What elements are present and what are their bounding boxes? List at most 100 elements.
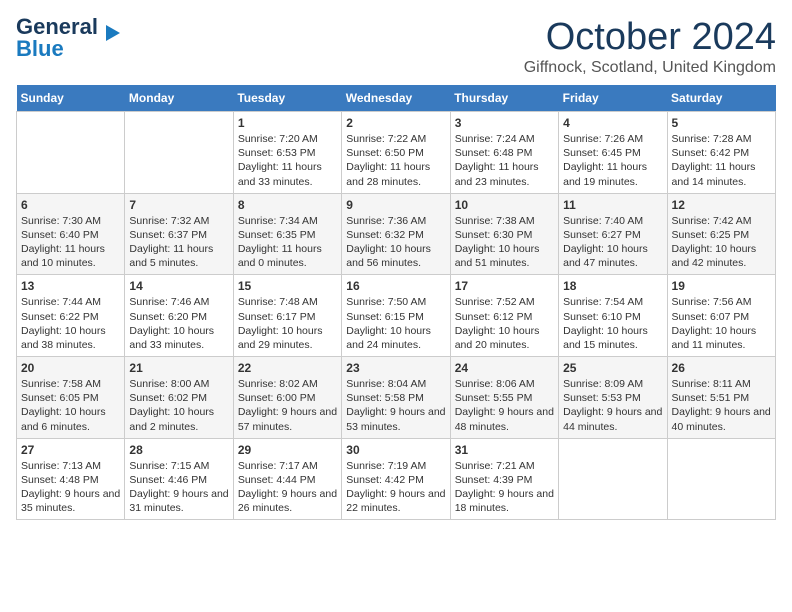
day-number: 30	[346, 443, 445, 457]
cell-content: Sunrise: 7:15 AM Sunset: 4:46 PM Dayligh…	[129, 459, 228, 516]
cell-content: Sunrise: 7:58 AM Sunset: 6:05 PM Dayligh…	[21, 377, 120, 434]
calendar-cell: 28 Sunrise: 7:15 AM Sunset: 4:46 PM Dayli…	[125, 438, 233, 520]
week-row-2: 6 Sunrise: 7:30 AM Sunset: 6:40 PM Daylig…	[17, 193, 776, 275]
calendar-cell: 8 Sunrise: 7:34 AM Sunset: 6:35 PM Daylig…	[233, 193, 341, 275]
calendar-cell: 12 Sunrise: 7:42 AM Sunset: 6:25 PM Dayli…	[667, 193, 775, 275]
cell-content: Sunrise: 8:02 AM Sunset: 6:00 PM Dayligh…	[238, 377, 337, 434]
day-number: 8	[238, 198, 337, 212]
cell-content: Sunrise: 8:09 AM Sunset: 5:53 PM Dayligh…	[563, 377, 662, 434]
day-number: 10	[455, 198, 554, 212]
col-header-sunday: Sunday	[17, 85, 125, 112]
day-number: 23	[346, 361, 445, 375]
cell-content: Sunrise: 7:32 AM Sunset: 6:37 PM Dayligh…	[129, 214, 228, 271]
logo-text: General Blue	[16, 16, 98, 60]
day-number: 20	[21, 361, 120, 375]
cell-content: Sunrise: 7:50 AM Sunset: 6:15 PM Dayligh…	[346, 295, 445, 352]
calendar-cell: 9 Sunrise: 7:36 AM Sunset: 6:32 PM Daylig…	[342, 193, 450, 275]
col-header-wednesday: Wednesday	[342, 85, 450, 112]
day-number: 2	[346, 116, 445, 130]
cell-content: Sunrise: 7:40 AM Sunset: 6:27 PM Dayligh…	[563, 214, 662, 271]
cell-content: Sunrise: 7:17 AM Sunset: 4:44 PM Dayligh…	[238, 459, 337, 516]
location-title: Giffnock, Scotland, United Kingdom	[524, 59, 776, 77]
week-row-4: 20 Sunrise: 7:58 AM Sunset: 6:05 PM Dayli…	[17, 357, 776, 439]
calendar-cell: 23Sunrise: 8:04 AM Sunset: 5:58 PM Dayli…	[342, 357, 450, 439]
day-number: 28	[129, 443, 228, 457]
col-header-friday: Friday	[559, 85, 667, 112]
calendar-cell	[17, 112, 125, 194]
day-number: 7	[129, 198, 228, 212]
logo-arrow-icon	[100, 21, 124, 45]
day-number: 25	[563, 361, 662, 375]
cell-content: Sunrise: 7:42 AM Sunset: 6:25 PM Dayligh…	[672, 214, 771, 271]
calendar-cell: 1 Sunrise: 7:20 AM Sunset: 6:53 PM Daylig…	[233, 112, 341, 194]
calendar-cell	[667, 438, 775, 520]
cell-content: Sunrise: 7:34 AM Sunset: 6:35 PM Dayligh…	[238, 214, 337, 271]
cell-content: Sunrise: 7:22 AM Sunset: 6:50 PM Dayligh…	[346, 132, 445, 189]
cell-content: Sunrise: 7:38 AM Sunset: 6:30 PM Dayligh…	[455, 214, 554, 271]
calendar-cell: 17 Sunrise: 7:52 AM Sunset: 6:12 PM Dayli…	[450, 275, 558, 357]
calendar-cell: 7 Sunrise: 7:32 AM Sunset: 6:37 PM Daylig…	[125, 193, 233, 275]
month-title: October 2024	[524, 16, 776, 59]
cell-content: Sunrise: 7:36 AM Sunset: 6:32 PM Dayligh…	[346, 214, 445, 271]
day-number: 9	[346, 198, 445, 212]
cell-content: Sunrise: 7:56 AM Sunset: 6:07 PM Dayligh…	[672, 295, 771, 352]
cell-content: Sunrise: 8:00 AM Sunset: 6:02 PM Dayligh…	[129, 377, 228, 434]
cell-content: Sunrise: 7:48 AM Sunset: 6:17 PM Dayligh…	[238, 295, 337, 352]
day-number: 12	[672, 198, 771, 212]
calendar-cell: 30 Sunrise: 7:19 AM Sunset: 4:42 PM Dayli…	[342, 438, 450, 520]
cell-content: Sunrise: 8:06 AM Sunset: 5:55 PM Dayligh…	[455, 377, 554, 434]
day-number: 3	[455, 116, 554, 130]
calendar-table: SundayMondayTuesdayWednesdayThursdayFrid…	[16, 85, 776, 520]
col-header-tuesday: Tuesday	[233, 85, 341, 112]
col-header-monday: Monday	[125, 85, 233, 112]
col-header-thursday: Thursday	[450, 85, 558, 112]
day-number: 4	[563, 116, 662, 130]
week-row-3: 13Sunrise: 7:44 AM Sunset: 6:22 PM Dayli…	[17, 275, 776, 357]
calendar-cell: 21 Sunrise: 8:00 AM Sunset: 6:02 PM Dayli…	[125, 357, 233, 439]
calendar-cell: 19 Sunrise: 7:56 AM Sunset: 6:07 PM Dayli…	[667, 275, 775, 357]
day-number: 21	[129, 361, 228, 375]
day-number: 6	[21, 198, 120, 212]
calendar-cell: 6 Sunrise: 7:30 AM Sunset: 6:40 PM Daylig…	[17, 193, 125, 275]
cell-content: Sunrise: 7:54 AM Sunset: 6:10 PM Dayligh…	[563, 295, 662, 352]
day-number: 5	[672, 116, 771, 130]
calendar-cell: 5 Sunrise: 7:28 AM Sunset: 6:42 PM Daylig…	[667, 112, 775, 194]
day-number: 17	[455, 279, 554, 293]
calendar-cell: 29Sunrise: 7:17 AM Sunset: 4:44 PM Dayli…	[233, 438, 341, 520]
calendar-cell: 31Sunrise: 7:21 AM Sunset: 4:39 PM Dayli…	[450, 438, 558, 520]
cell-content: Sunrise: 7:30 AM Sunset: 6:40 PM Dayligh…	[21, 214, 120, 271]
title-block: October 2024 Giffnock, Scotland, United …	[524, 16, 776, 77]
day-number: 1	[238, 116, 337, 130]
calendar-cell: 11Sunrise: 7:40 AM Sunset: 6:27 PM Dayli…	[559, 193, 667, 275]
day-number: 31	[455, 443, 554, 457]
calendar-cell: 13Sunrise: 7:44 AM Sunset: 6:22 PM Dayli…	[17, 275, 125, 357]
day-number: 15	[238, 279, 337, 293]
calendar-cell: 16 Sunrise: 7:50 AM Sunset: 6:15 PM Dayli…	[342, 275, 450, 357]
day-number: 16	[346, 279, 445, 293]
calendar-cell: 26Sunrise: 8:11 AM Sunset: 5:51 PM Dayli…	[667, 357, 775, 439]
col-header-saturday: Saturday	[667, 85, 775, 112]
week-row-1: 1 Sunrise: 7:20 AM Sunset: 6:53 PM Daylig…	[17, 112, 776, 194]
calendar-cell	[559, 438, 667, 520]
calendar-cell: 15 Sunrise: 7:48 AM Sunset: 6:17 PM Dayli…	[233, 275, 341, 357]
calendar-cell: 4 Sunrise: 7:26 AM Sunset: 6:45 PM Daylig…	[559, 112, 667, 194]
calendar-cell: 10 Sunrise: 7:38 AM Sunset: 6:30 PM Dayli…	[450, 193, 558, 275]
calendar-cell	[125, 112, 233, 194]
day-number: 24	[455, 361, 554, 375]
day-number: 19	[672, 279, 771, 293]
cell-content: Sunrise: 7:44 AM Sunset: 6:22 PM Dayligh…	[21, 295, 120, 352]
cell-content: Sunrise: 7:26 AM Sunset: 6:45 PM Dayligh…	[563, 132, 662, 189]
cell-content: Sunrise: 7:46 AM Sunset: 6:20 PM Dayligh…	[129, 295, 228, 352]
day-number: 14	[129, 279, 228, 293]
logo: General Blue	[16, 16, 124, 60]
cell-content: Sunrise: 7:19 AM Sunset: 4:42 PM Dayligh…	[346, 459, 445, 516]
cell-content: Sunrise: 7:52 AM Sunset: 6:12 PM Dayligh…	[455, 295, 554, 352]
cell-content: Sunrise: 7:24 AM Sunset: 6:48 PM Dayligh…	[455, 132, 554, 189]
calendar-cell: 3 Sunrise: 7:24 AM Sunset: 6:48 PM Daylig…	[450, 112, 558, 194]
calendar-cell: 22Sunrise: 8:02 AM Sunset: 6:00 PM Dayli…	[233, 357, 341, 439]
calendar-cell: 25 Sunrise: 8:09 AM Sunset: 5:53 PM Dayli…	[559, 357, 667, 439]
calendar-cell: 27Sunrise: 7:13 AM Sunset: 4:48 PM Dayli…	[17, 438, 125, 520]
calendar-cell: 24 Sunrise: 8:06 AM Sunset: 5:55 PM Dayli…	[450, 357, 558, 439]
cell-content: Sunrise: 7:28 AM Sunset: 6:42 PM Dayligh…	[672, 132, 771, 189]
cell-content: Sunrise: 7:20 AM Sunset: 6:53 PM Dayligh…	[238, 132, 337, 189]
